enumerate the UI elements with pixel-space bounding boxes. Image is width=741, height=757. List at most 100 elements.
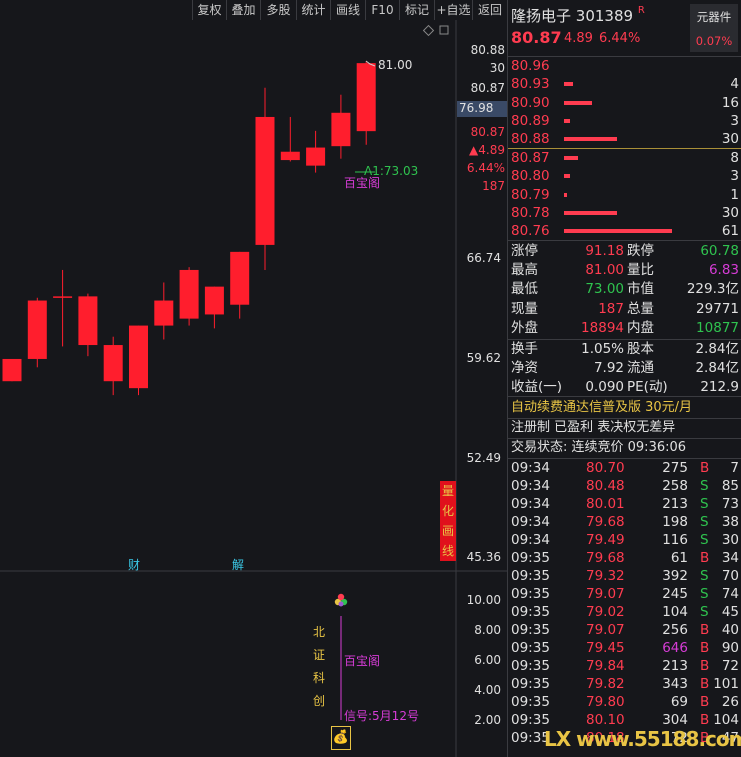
trade-volume: 198	[662, 514, 688, 530]
stat-row: 收益(一) 0.090 PE(动) 212.9	[508, 378, 741, 396]
trade-row[interactable]: 09:35 79.82 343 B 101	[508, 675, 741, 693]
bid-row[interactable]: 80.87 8	[508, 149, 741, 167]
trade-direction: S	[700, 586, 709, 602]
trade-row[interactable]: 09:35 79.84 213 B 72	[508, 657, 741, 675]
square-icon[interactable]	[439, 25, 449, 35]
quant-char-2: 化	[441, 504, 454, 518]
money-bag-icon[interactable]: 💰	[331, 726, 351, 750]
bid-volume-bar	[564, 174, 571, 179]
trade-count: 7	[730, 460, 739, 476]
trade-row[interactable]: 09:34 79.49 116 S 30	[508, 531, 741, 549]
multi-stock-button[interactable]: 多股	[260, 0, 296, 20]
candle-body[interactable]	[331, 112, 351, 147]
trade-row[interactable]: 09:35 79.07 245 S 74	[508, 585, 741, 603]
ask-volume: 16	[721, 94, 739, 111]
finance-marker[interactable]: 财	[128, 556, 140, 573]
ask-volume: 30	[721, 131, 739, 148]
trade-row[interactable]: 09:34 80.70 275 B 7	[508, 459, 741, 477]
quant-draw-button[interactable]: 量 化 画 线	[440, 481, 456, 561]
trade-volume: 61	[670, 550, 688, 566]
trade-time: 09:35	[511, 694, 550, 710]
ask-row[interactable]: 80.89 3	[508, 112, 741, 130]
unlock-marker[interactable]: 解	[232, 556, 244, 573]
candle-body[interactable]	[280, 151, 300, 161]
bid-price: 80.87	[511, 150, 550, 166]
bid-volume: 30	[721, 204, 739, 221]
trade-row[interactable]: 09:35 79.02 104 S 45	[508, 603, 741, 621]
stat-value: 6.83	[708, 262, 739, 279]
axis-label-price: 80.87	[470, 81, 505, 95]
ask-row[interactable]: 80.96	[508, 57, 741, 75]
candle-body[interactable]	[356, 63, 376, 132]
bid-row[interactable]: 80.79 1	[508, 186, 741, 204]
bid-row[interactable]: 80.78 30	[508, 204, 741, 222]
trade-volume: 213	[662, 496, 688, 512]
trade-row[interactable]: 09:35 79.32 392 S 70	[508, 567, 741, 585]
stat-value: 0.090	[585, 379, 624, 395]
restore-rights-button[interactable]: 复权	[192, 0, 226, 20]
bid-row[interactable]: 80.80 3	[508, 167, 741, 185]
trade-row[interactable]: 09:35 79.07 256 B 40	[508, 621, 741, 639]
draw-line-button[interactable]: 画线	[330, 0, 365, 20]
trade-volume: 275	[662, 460, 688, 476]
ask-row[interactable]: 80.93 4	[508, 75, 741, 93]
bid-volume: 8	[730, 150, 739, 166]
overlay-button[interactable]: 叠加	[226, 0, 260, 20]
stat-value: 81.00	[585, 262, 624, 279]
kline-chart-area[interactable]: 80.88 30 80.87 76.98 80.87 ▲4.89 6.44% 1…	[0, 20, 507, 757]
kline-svg[interactable]	[0, 20, 507, 757]
candle-body[interactable]	[103, 345, 123, 382]
trade-count: 38	[721, 514, 739, 530]
ask-row[interactable]: 80.90 16	[508, 94, 741, 112]
promo-banner[interactable]: 自动续费通达信普及版 30元/月	[508, 399, 741, 417]
trade-status: 交易状态: 连续竞价 09:36:06	[511, 440, 687, 455]
trade-row[interactable]: 09:34 79.68 198 S 38	[508, 513, 741, 531]
candle-body[interactable]	[53, 296, 73, 298]
ask-row[interactable]: 80.88 30	[508, 130, 741, 148]
stat-value: 29771	[696, 300, 739, 317]
trade-count: 74	[721, 586, 739, 602]
trade-direction: S	[700, 568, 709, 584]
f10-button[interactable]: F10	[365, 0, 399, 20]
baibaoge-label-bottom[interactable]: 百宝阁	[344, 652, 380, 669]
candle-body[interactable]	[154, 300, 174, 326]
stat-value: 10877	[696, 319, 739, 336]
add-watchlist-button[interactable]: +自选	[434, 0, 472, 20]
ind-tick-2: 8.00	[474, 623, 501, 637]
mark-button[interactable]: 标记	[399, 0, 434, 20]
back-button[interactable]: 返回	[472, 0, 507, 20]
sector-tag[interactable]: 元器件 0.07%	[690, 4, 738, 52]
ask-price: 80.93	[511, 76, 550, 93]
trade-time: 09:34	[511, 532, 550, 548]
trade-price: 79.80	[586, 694, 625, 710]
candle-body[interactable]	[255, 116, 275, 245]
trade-row[interactable]: 09:35 79.45 646 B 90	[508, 639, 741, 657]
candle-body[interactable]	[179, 269, 199, 319]
candle-body[interactable]	[27, 300, 47, 359]
trade-count: 40	[721, 622, 739, 638]
candle-body[interactable]	[78, 296, 98, 346]
cursor-price-label: 76.98	[457, 101, 507, 117]
bid-row[interactable]: 80.76 61	[508, 222, 741, 240]
side-char-2: 证	[313, 648, 326, 662]
baibaoge-label-top[interactable]: 百宝阁	[344, 174, 380, 191]
trade-row[interactable]: 09:34 80.48 258 S 85	[508, 477, 741, 495]
stat-row: 现量 187 总量 29771	[508, 300, 741, 318]
candle-body[interactable]	[129, 325, 148, 389]
stat-value: 7.92	[593, 360, 624, 376]
trade-time: 09:35	[511, 604, 550, 620]
trade-time: 09:35	[511, 550, 550, 566]
candle-body[interactable]	[230, 251, 250, 305]
candle-body[interactable]	[306, 147, 326, 166]
ask-volume-bar	[564, 82, 573, 87]
statistics-button[interactable]: 统计	[296, 0, 330, 20]
trade-row[interactable]: 09:35 79.68 61 B 34	[508, 549, 741, 567]
diamond-icon[interactable]	[422, 24, 435, 37]
trade-row[interactable]: 09:35 79.80 69 B 26	[508, 693, 741, 711]
bid-volume: 3	[730, 168, 739, 185]
stat-label: 股本	[627, 341, 654, 357]
trade-time: 09:35	[511, 622, 550, 638]
candle-body[interactable]	[204, 286, 224, 315]
candle-body[interactable]	[2, 358, 22, 382]
trade-row[interactable]: 09:34 80.01 213 S 73	[508, 495, 741, 513]
